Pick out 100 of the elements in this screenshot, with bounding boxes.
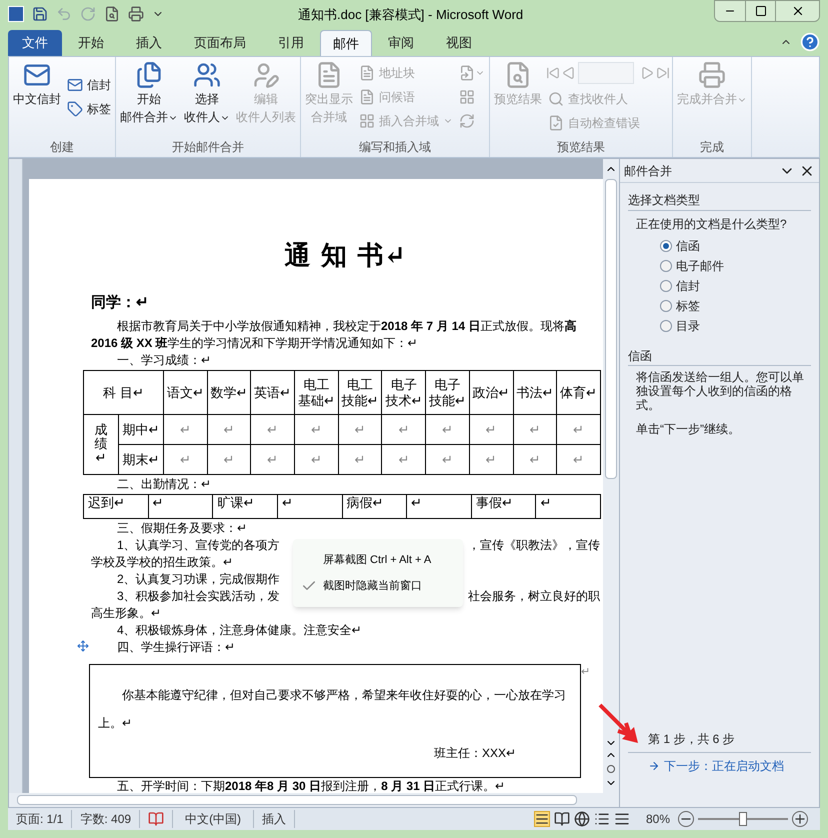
paragraph-line: 1、认真学习、宣传党的各项方 <box>117 537 280 554</box>
document-icon <box>359 89 375 105</box>
table-cell: ↵ <box>411 495 422 510</box>
ribbon-tab[interactable]: 视图 <box>430 30 488 56</box>
save-icon[interactable] <box>32 6 48 22</box>
zoom-in-icon[interactable] <box>792 811 808 827</box>
paragraph-line: 五、开学时间：下期2018 年8 月 30 日报到注册，8 月 31 日正式行课。↵ <box>117 778 506 793</box>
table-cell: ↵ <box>529 422 540 436</box>
refresh-icon <box>459 113 475 129</box>
description-text: 将信函发送给一组人。您可以单独设置每个人收到的信函的格式。 <box>635 370 805 412</box>
insert-mode-indicator[interactable]: 插入 <box>254 810 296 828</box>
table-cell: 语文↵ <box>166 384 204 400</box>
section-title: 信函 <box>628 347 811 366</box>
ribbon-tab[interactable]: 页面布局 <box>178 30 262 56</box>
end-of-row-mark: ↵ <box>581 665 590 680</box>
table-cell: ↵ <box>442 422 453 436</box>
status-item: 页面: 1/1 <box>8 810 72 828</box>
document-icon <box>359 65 375 81</box>
radio-option[interactable]: 目录 <box>660 317 811 335</box>
ribbon-button[interactable]: 标签 <box>65 98 113 120</box>
table-cell: ↵ <box>398 422 410 436</box>
radio-button[interactable] <box>660 260 672 272</box>
grid-icon <box>359 113 375 129</box>
ribbon-button[interactable]: 中文信封 <box>11 57 63 137</box>
table-cell: ↵ <box>224 422 235 436</box>
zoom-slider-thumb[interactable] <box>739 812 747 826</box>
radio-button[interactable] <box>660 300 672 312</box>
reading-view-icon[interactable] <box>554 811 570 827</box>
table-cell: 基础↵ <box>298 392 335 408</box>
next-step-link[interactable]: 下一步：正在启动文档 <box>628 757 811 775</box>
table-cell: ↵ <box>152 495 164 510</box>
table-cell: ↵ <box>398 452 410 466</box>
web-layout-icon[interactable] <box>574 811 590 827</box>
ribbon-button[interactable]: 信封 <box>65 74 113 96</box>
zoom-out-icon[interactable] <box>678 811 694 827</box>
radio-option[interactable]: 信函 <box>660 237 811 255</box>
table-cell: 电工 <box>303 376 330 392</box>
paragraph-line: 一、学习成绩：↵ <box>117 352 211 369</box>
document-title: 通 知 书↵ <box>284 240 408 273</box>
table-cell: ↵ <box>442 452 453 466</box>
radio-button[interactable] <box>660 280 672 292</box>
arrow-right-icon <box>648 760 660 772</box>
radio-option[interactable]: 标签 <box>660 297 811 315</box>
table-cell: ↵ <box>354 422 366 436</box>
table-cell: ↵ <box>573 452 584 466</box>
pane-title: 邮件合并 <box>624 162 672 180</box>
vertical-scrollbar[interactable] <box>603 159 619 793</box>
paragraph-line: ，宣传《职教法》，宣传 <box>468 537 600 554</box>
ribbon-tab[interactable]: 邮件 <box>320 30 372 56</box>
radio-button[interactable] <box>660 320 672 332</box>
print-preview-icon[interactable] <box>104 6 120 22</box>
table-cell: 期中↵ <box>122 422 160 436</box>
people-icon <box>193 61 221 89</box>
menu-item[interactable]: 屏幕截图 Ctrl + Alt + A <box>293 547 463 573</box>
signature: 班主任：XXX↵ <box>432 745 517 762</box>
table-cell: 电子 <box>390 376 417 392</box>
ribbon-tab[interactable]: 审阅 <box>372 30 430 56</box>
menu-item[interactable]: 截图时隐藏当前窗口 <box>293 573 463 599</box>
paragraph-line: 三、假期任务及要求：↵ <box>117 520 247 537</box>
table-cell: ↵ <box>267 422 278 436</box>
zoom-level[interactable]: 80% <box>646 810 670 828</box>
help-icon[interactable] <box>800 32 820 52</box>
table-move-handle-icon[interactable] <box>77 640 89 652</box>
paragraph-line: 四、学生操行评语：↵ <box>117 639 235 656</box>
table-cell: ↵ <box>267 452 278 466</box>
horizontal-scrollbar[interactable] <box>9 793 619 807</box>
ribbon-tab[interactable]: 文件 <box>8 30 62 56</box>
radio-option[interactable]: 电子邮件 <box>660 257 811 275</box>
radio-button[interactable] <box>660 240 672 252</box>
group-title: 创建 <box>49 139 75 156</box>
close-button[interactable] <box>775 1 819 21</box>
ribbon-tab[interactable]: 插入 <box>120 30 178 56</box>
group-title: 预览结果 <box>556 139 606 156</box>
table-cell: 政治↵ <box>472 384 510 400</box>
paragraph-line: 高生形象。↵ <box>91 605 161 622</box>
document-check-icon <box>548 115 564 131</box>
proofing-icon[interactable] <box>148 811 164 827</box>
section-title: 选择文档类型 <box>628 191 811 211</box>
paragraph-line: 2、认真复习功课，完成假期作 <box>117 571 280 588</box>
draft-icon[interactable] <box>614 811 630 827</box>
table-cell: 电工 <box>347 376 374 392</box>
zoom-slider-track[interactable] <box>698 811 788 827</box>
table-cell: 病假↵ <box>346 495 384 510</box>
table-cell: 事假↵ <box>476 495 513 510</box>
printer-icon[interactable] <box>128 6 144 22</box>
ribbon-button[interactable]: 选择 收件人 <box>182 57 232 137</box>
maximize-button[interactable] <box>745 1 775 21</box>
outline-icon[interactable] <box>594 811 610 827</box>
radio-option[interactable]: 信封 <box>660 277 811 295</box>
table-cell: 科 目↵ <box>103 384 144 400</box>
language-indicator[interactable]: 中文(中国) <box>172 810 254 828</box>
table-cell: 体育↵ <box>560 384 598 400</box>
paragraph-line: 3、积极参加社会实践活动，发 <box>117 588 280 605</box>
ribbon-tab[interactable]: 开始 <box>62 30 120 56</box>
browse-object-icon[interactable] <box>607 765 615 773</box>
person-edit-icon <box>252 61 280 89</box>
print-layout-icon[interactable] <box>534 811 550 827</box>
ribbon-tab[interactable]: 引用 <box>262 30 320 56</box>
paragraph-line: 社会服务，树立良好的职 <box>468 588 600 605</box>
ribbon-button[interactable]: 开始 邮件合并 <box>118 57 180 137</box>
